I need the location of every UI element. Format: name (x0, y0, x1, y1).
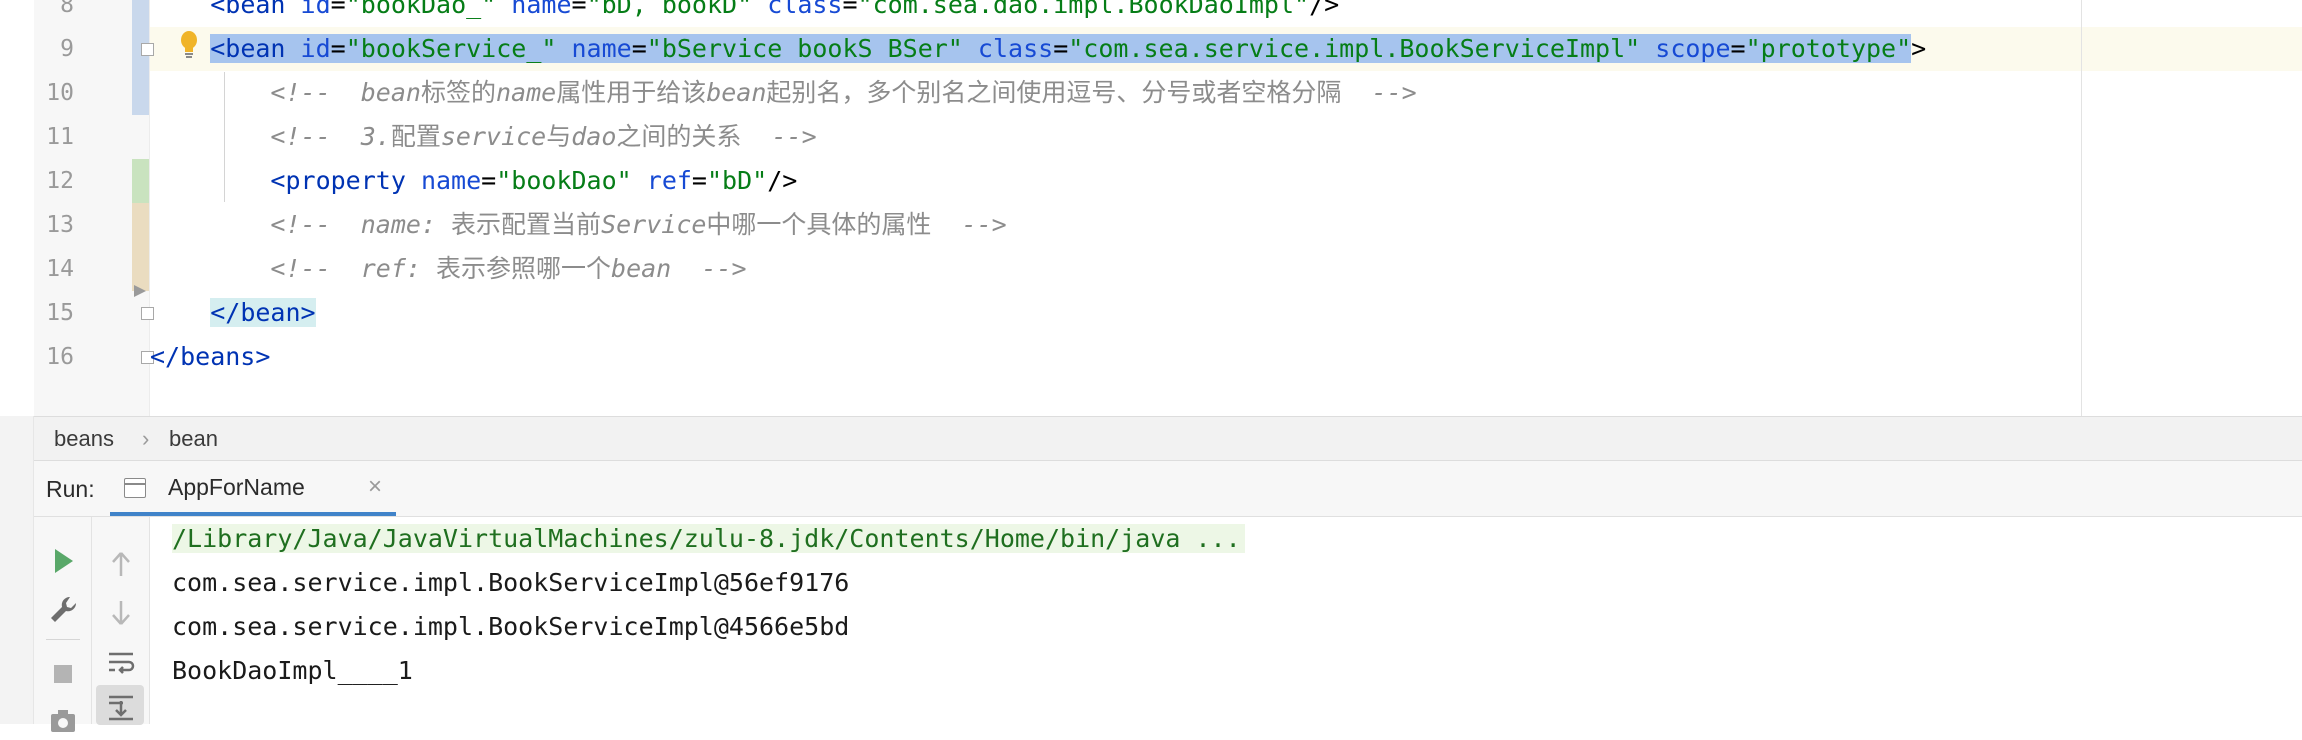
code-line-15: </bean> (150, 291, 316, 335)
line-number: 14 (46, 256, 74, 282)
console-line: com.sea.service.impl.BookServiceImpl@56e… (172, 568, 850, 597)
run-toolbar-primary (34, 517, 92, 732)
line-number: 16 (46, 344, 74, 370)
vcs-deleted-icon[interactable] (132, 284, 148, 298)
code-line-14: <!-- ref: 表示参照哪一个bean --> (270, 254, 747, 283)
close-icon[interactable]: × (368, 461, 382, 513)
code-line-11: <!-- 3.配置service与dao之间的关系 --> (270, 122, 817, 151)
stop-icon[interactable] (43, 654, 83, 694)
line-number: 10 (46, 80, 74, 106)
scroll-to-end-icon[interactable] (101, 687, 141, 727)
console-output[interactable]: /Library/Java/JavaVirtualMachines/zulu-8… (150, 517, 2302, 724)
run-tab-appforname[interactable]: AppForName × (110, 461, 396, 516)
matched-tag-highlight: </bean> (210, 298, 316, 327)
breadcrumb-item-beans[interactable]: beans (54, 417, 114, 460)
toolbar-separator (46, 639, 80, 640)
vcs-changed-marker[interactable] (132, 203, 149, 291)
line-number: 12 (46, 168, 74, 194)
line-number: 15 (46, 300, 74, 326)
breadcrumb-separator: › (142, 426, 150, 451)
code-line-8: <bean id="bookDao_" name="bD, bookD" cla… (210, 0, 1340, 19)
console-line: com.sea.service.impl.BookServiceImpl@456… (172, 612, 850, 641)
vcs-modified-marker[interactable] (132, 0, 149, 115)
breadcrumb-item-bean[interactable]: bean (169, 417, 218, 460)
right-margin-guide (2081, 0, 2082, 416)
console-tab-icon (124, 478, 146, 498)
code-line-16: </beans> (150, 342, 271, 371)
wrench-icon[interactable] (43, 590, 83, 630)
run-panel-label: Run: (46, 476, 95, 502)
line-number: 9 (60, 36, 74, 62)
code-area[interactable]: <bean id="bookDao_" name="bD, bookD" cla… (150, 0, 2080, 416)
vcs-added-marker[interactable] (132, 159, 149, 203)
breadcrumb: beans › bean (34, 416, 2302, 461)
line-number: 8 (60, 0, 74, 18)
soft-wrap-icon[interactable] (101, 642, 141, 682)
run-panel-header: Run: AppForName × (34, 461, 2302, 517)
code-line-9: <bean id="bookService_" name="bService b… (210, 34, 1927, 63)
line-number: 11 (46, 124, 74, 150)
console-line: BookDaoImpl____1 (172, 656, 413, 685)
line-number: 13 (46, 212, 74, 238)
run-tab-label: AppForName (168, 474, 305, 500)
code-line-10: <!-- bean标签的name属性用于给该bean起别名，多个别名之间使用逗号… (270, 78, 1417, 107)
run-icon[interactable] (43, 541, 83, 581)
java-command-line[interactable]: /Library/Java/JavaVirtualMachines/zulu-8… (172, 524, 1245, 553)
arrow-down-icon[interactable] (101, 593, 141, 633)
xml-editor[interactable]: 8 9 10 11 12 13 14 15 16 <bean id="bookD… (0, 0, 2302, 416)
selected-text[interactable]: <bean id="bookService_" name="bService b… (210, 34, 1912, 63)
arrow-up-icon[interactable] (101, 544, 141, 584)
camera-icon[interactable] (43, 700, 83, 740)
code-line-12: <property name="bookDao" ref="bD"/> (270, 166, 798, 195)
run-toolbar-secondary (92, 517, 150, 727)
code-line-13: <!-- name: 表示配置当前Service中哪一个具体的属性 --> (270, 210, 1007, 239)
console-line: /Library/Java/JavaVirtualMachines/zulu-8… (172, 517, 1245, 561)
